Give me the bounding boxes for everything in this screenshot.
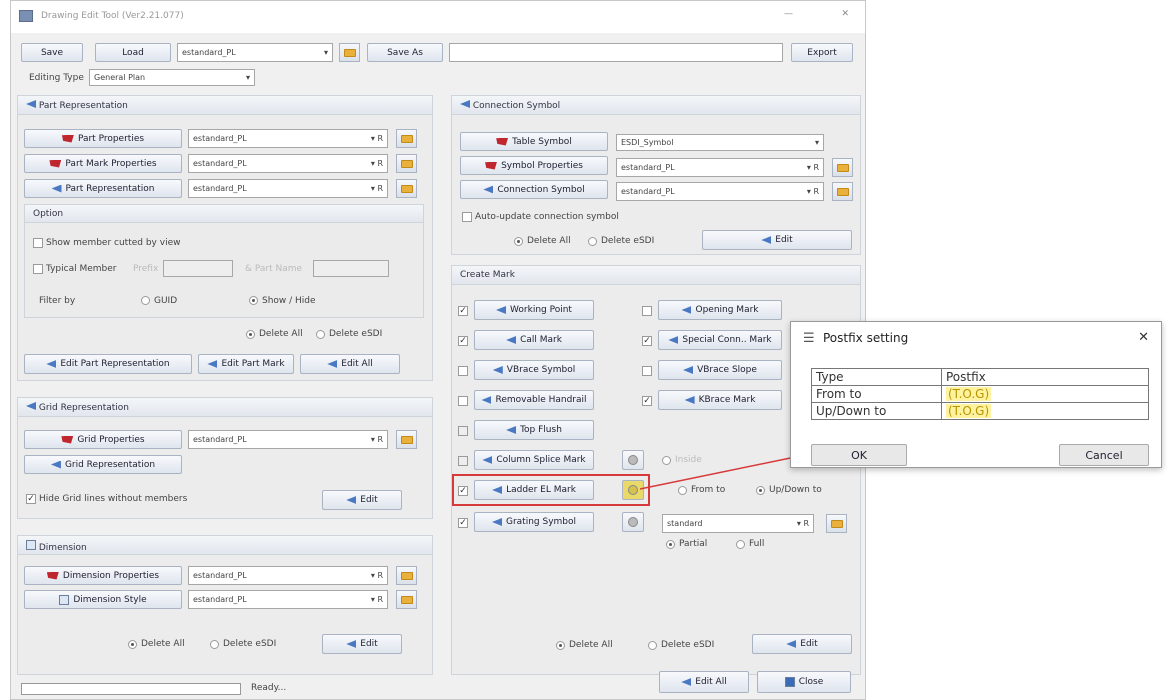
- cancel-button[interactable]: Cancel: [1059, 444, 1149, 466]
- ok-label: OK: [851, 448, 867, 462]
- postfix-value: (T.O.G): [946, 387, 992, 401]
- postfix-cell[interactable]: (T.O.G): [941, 402, 1149, 420]
- dialog-close-button[interactable]: ✕: [1138, 330, 1149, 345]
- table-header-row: Type Postfix: [811, 368, 1149, 386]
- type-cell: Up/Down to: [811, 402, 942, 420]
- arrow-line: [639, 455, 801, 490]
- cancel-label: Cancel: [1085, 448, 1123, 462]
- postfix-cell[interactable]: (T.O.G): [941, 385, 1149, 403]
- type-cell: From to: [811, 385, 942, 403]
- table-row: From to (T.O.G): [811, 385, 1149, 403]
- table-row: Up/Down to (T.O.G): [811, 402, 1149, 420]
- ok-button[interactable]: OK: [811, 444, 907, 466]
- postfix-setting-dialog: ☰ Postfix setting ✕ Type Postfix From to…: [790, 321, 1162, 468]
- postfix-value: (T.O.G): [946, 404, 992, 418]
- dialog-title: Postfix setting: [823, 331, 909, 345]
- list-icon: ☰: [803, 331, 815, 346]
- postfix-table: Type Postfix From to (T.O.G) Up/Down to …: [811, 368, 1149, 420]
- postfix-column-header: Postfix: [941, 368, 1149, 386]
- type-column-header: Type: [811, 368, 942, 386]
